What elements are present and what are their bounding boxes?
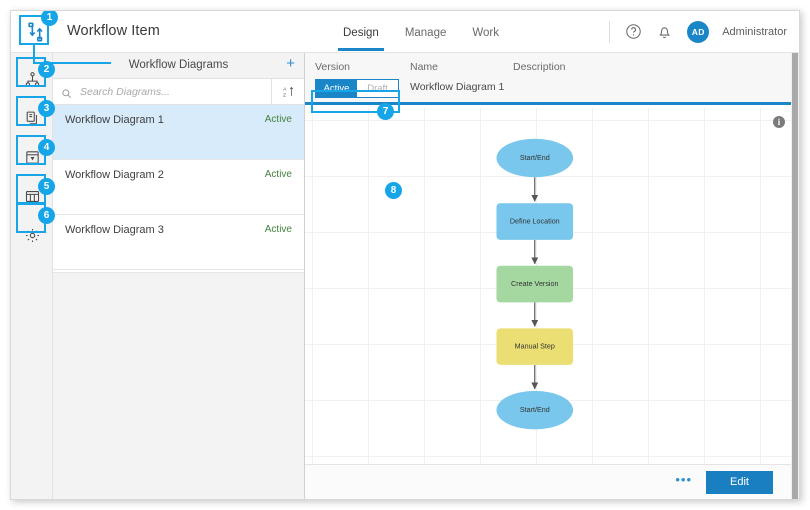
app-header: Workflow Item Design Manage Work AD Admi… [11,11,799,53]
callout-badge-6: 6 [38,207,55,224]
sidebar-item-settings[interactable] [20,223,44,247]
footer-bar: ••• Edit [305,464,799,499]
left-rail [11,53,53,499]
column-header-name: Name [410,61,439,73]
workflow-diagram: Start/End Define Location Create Version… [496,138,574,430]
search-row: A Z [53,78,304,105]
version-active-button[interactable]: Active [316,80,357,97]
more-options-button[interactable]: ••• [675,473,692,491]
list-item[interactable]: Workflow Diagram 2 Active [53,160,304,215]
diagram-canvas[interactable]: i Start/End Define Location Create Versi… [305,108,799,464]
node-label: Manual Step [515,342,555,351]
callout-badge-7: 7 [377,103,394,120]
detail-header: Version Name Description Active Draft Wo… [305,53,799,105]
status-badge: Active [264,169,292,180]
list-item-name: Workflow Diagram 2 [65,169,164,181]
add-diagram-button[interactable]: + [286,56,295,71]
version-draft-button[interactable]: Draft [357,80,398,97]
diagram-list-empty-area [53,272,304,499]
node-label: Start/End [520,405,550,414]
svg-text:A: A [283,86,287,92]
list-item[interactable]: Workflow Diagram 3 Active [53,215,304,270]
help-circle-icon[interactable] [625,23,643,41]
search-input[interactable] [78,84,271,99]
search-icon [61,86,72,98]
page-title: Workflow Item [67,23,160,39]
callout-badge-4: 4 [38,139,55,156]
callout-badge-2: 2 [38,61,55,78]
tab-work[interactable]: Work [470,14,501,51]
callout-badge-5: 5 [38,178,55,195]
bell-icon[interactable] [656,23,674,41]
diagram-list-title: Workflow Diagrams [128,59,229,71]
callout-badge-3: 3 [38,100,55,117]
column-header-description: Description [513,61,566,73]
edit-button[interactable]: Edit [706,470,773,494]
node-label: Create Version [511,279,558,288]
header-divider [609,21,611,43]
sort-az-icon[interactable]: A Z [271,78,304,105]
vertical-scrollbar[interactable] [791,53,799,499]
list-item[interactable]: Workflow Diagram 1 Active [53,105,304,160]
header-actions: AD Administrator [609,11,787,53]
main-content: Version Name Description Active Draft Wo… [305,53,799,499]
user-name[interactable]: Administrator [722,26,787,38]
column-header-version: Version [315,61,351,73]
node-label: Start/End [520,153,550,162]
diagram-list-header: Workflow Diagrams + [53,53,304,79]
version-toggle: Active Draft [315,79,399,98]
tab-manage[interactable]: Manage [403,14,449,51]
callout-badge-8: 8 [385,182,402,199]
status-badge: Active [264,114,292,125]
node-label: Define Location [510,216,560,225]
list-item-name: Workflow Diagram 1 [65,114,164,126]
app-window: Workflow Item Design Manage Work AD Admi… [10,10,800,500]
svg-text:Z: Z [283,92,286,98]
diagram-list-panel: Workflow Diagrams + A Z Workflow Diagram… [53,53,305,499]
avatar[interactable]: AD [687,21,710,43]
list-item-name: Workflow Diagram 3 [65,224,164,236]
status-badge: Active [264,224,292,235]
scrollbar-thumb[interactable] [792,53,798,499]
tab-design[interactable]: Design [338,14,384,51]
main-nav: Design Manage Work [338,11,501,53]
detail-diagram-name: Workflow Diagram 1 [410,81,505,93]
